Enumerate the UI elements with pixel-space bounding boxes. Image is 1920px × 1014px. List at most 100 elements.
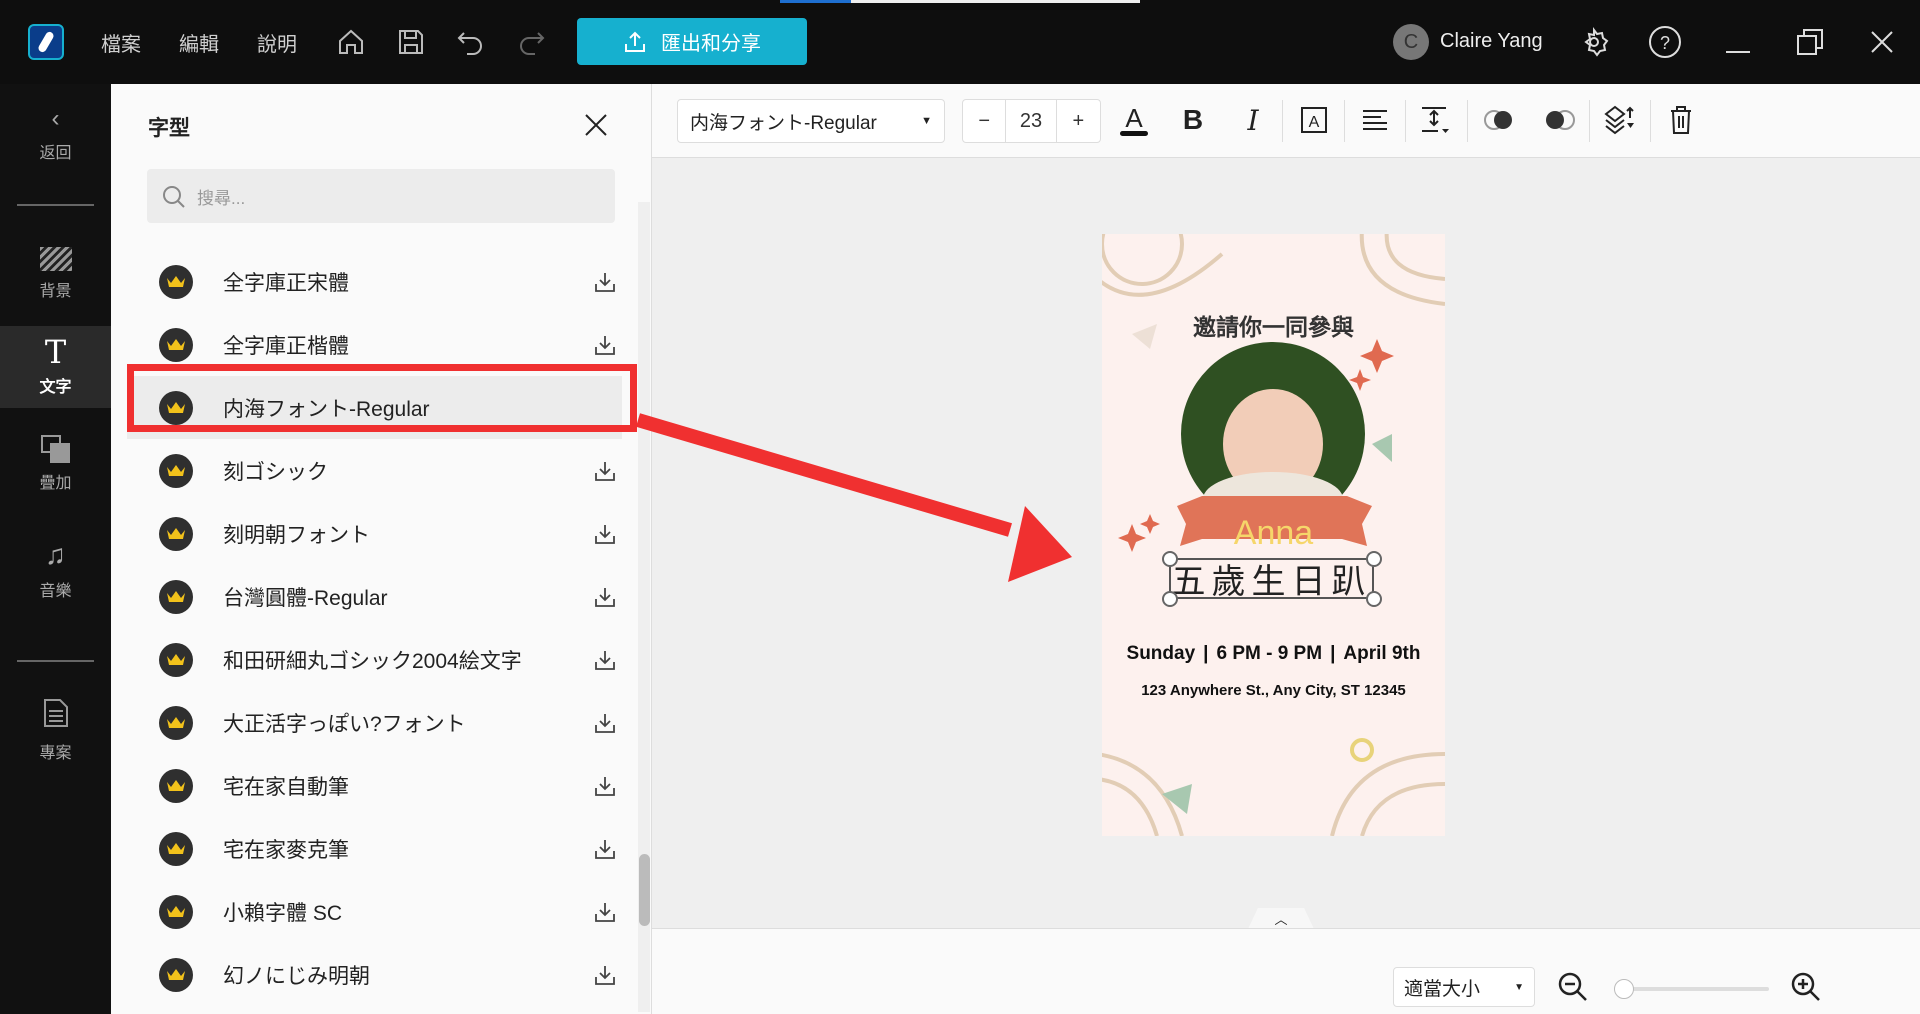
event-date: April 9th: [1343, 643, 1421, 664]
font-name: 宅在家自動筆: [223, 775, 349, 799]
resize-handle[interactable]: [1366, 551, 1382, 567]
trash-icon[interactable]: [1664, 102, 1698, 138]
font-select[interactable]: 内海フォント-Regular ▼: [677, 99, 945, 143]
app-logo: [28, 24, 64, 60]
upload-icon: [625, 31, 645, 52]
sidebar-label: 專案: [39, 744, 72, 762]
title-bar: 檔案 編輯 說明 匯出和分享 C Claire Yang ?: [0, 0, 1920, 84]
close-panel-icon[interactable]: [583, 112, 609, 143]
event-address: 123 Anywhere St., Any City, ST 12345: [1141, 682, 1406, 699]
layers-icon[interactable]: [1602, 102, 1638, 138]
zoom-out-icon[interactable]: [1557, 971, 1589, 1008]
help-icon[interactable]: ?: [1647, 24, 1683, 60]
avatar[interactable]: C: [1393, 24, 1429, 60]
download-icon[interactable]: [593, 270, 617, 294]
crown-icon: [159, 264, 193, 299]
user-name[interactable]: Claire Yang: [1440, 30, 1543, 53]
italic-icon[interactable]: I: [1236, 102, 1270, 138]
download-icon[interactable]: [593, 711, 617, 735]
crown-icon: [159, 894, 193, 929]
font-list-item[interactable]: 幻ノにじみ明朝: [127, 943, 622, 1006]
font-list-item[interactable]: 大正活字っぽい?フォント: [127, 691, 622, 754]
download-icon[interactable]: [593, 837, 617, 861]
zoom-in-icon[interactable]: [1790, 971, 1822, 1008]
font-name: 大正活字っぽい?フォント: [223, 712, 466, 736]
zoom-fit-value: 適當大小: [1404, 978, 1481, 1000]
crown-icon: [159, 768, 193, 803]
resize-handle[interactable]: [1366, 591, 1382, 607]
sidebar-label: 疊加: [39, 475, 72, 492]
scrollbar-thumb[interactable]: [639, 854, 650, 926]
sidebar-label: 背景: [39, 283, 72, 300]
line-spacing-icon[interactable]: [1418, 102, 1452, 138]
font-list-item[interactable]: 宅在家自動筆: [127, 754, 622, 817]
zoom-slider-handle[interactable]: [1614, 979, 1634, 999]
font-list-item[interactable]: 全字庫正宋體: [127, 250, 622, 313]
minimize-icon[interactable]: [1720, 24, 1756, 60]
download-icon[interactable]: [593, 459, 617, 483]
send-backward-icon[interactable]: [1541, 102, 1577, 138]
music-icon: ♫: [45, 539, 66, 570]
download-icon[interactable]: [593, 522, 617, 546]
font-list-item[interactable]: 小賴字體 SC: [127, 880, 622, 943]
font-name: 全字庫正楷體: [223, 334, 349, 358]
document-icon: [43, 698, 69, 733]
align-left-icon[interactable]: [1358, 102, 1392, 138]
bold-icon[interactable]: B: [1176, 102, 1210, 138]
font-size-input[interactable]: 23: [1006, 100, 1057, 142]
menu-help[interactable]: 說明: [257, 28, 297, 57]
resize-handle[interactable]: [1162, 551, 1178, 567]
undo-icon[interactable]: [453, 24, 489, 60]
crown-icon: [159, 831, 193, 866]
event-time: 6 PM - 9 PM: [1216, 643, 1323, 664]
highlight-box: [127, 364, 637, 432]
menu-edit[interactable]: 編輯: [179, 28, 219, 57]
resize-handle[interactable]: [1162, 591, 1178, 607]
font-list-item[interactable]: 宅在家麥克筆: [127, 817, 622, 880]
download-icon[interactable]: [593, 333, 617, 357]
sidebar-item-background[interactable]: 背景: [0, 224, 111, 324]
sidebar-item-music[interactable]: ♫ 音樂: [0, 520, 111, 620]
size-increase-button[interactable]: +: [1057, 100, 1100, 142]
size-decrease-button[interactable]: −: [963, 100, 1007, 142]
sidebar-item-back[interactable]: ‹ 返回: [0, 84, 111, 184]
sidebar-item-overlay[interactable]: 疊加: [0, 414, 111, 514]
sidebar-item-project[interactable]: 專案: [0, 680, 111, 780]
download-icon[interactable]: [593, 648, 617, 672]
font-color-icon[interactable]: A: [1117, 102, 1151, 138]
font-search-input[interactable]: 搜尋...: [147, 169, 615, 223]
text-box-icon[interactable]: A: [1297, 102, 1331, 138]
export-share-button[interactable]: 匯出和分享: [577, 18, 807, 65]
tab-indicator-track: [851, 0, 1140, 3]
home-icon[interactable]: [333, 24, 369, 60]
close-window-icon[interactable]: [1864, 24, 1900, 60]
dropdown-arrow-icon: ▼: [1514, 981, 1524, 993]
download-icon[interactable]: [593, 774, 617, 798]
invitation-card[interactable]: 邀請你一同參與 Anna 五歲生日趴 Sunday | 6 PM - 9 PM | Ap…: [1102, 234, 1445, 836]
font-list-item[interactable]: 台灣圓體-Regular: [127, 565, 622, 628]
font-list-item[interactable]: 和田研細丸ゴシック2004絵文字: [127, 628, 622, 691]
gear-icon[interactable]: [1576, 24, 1612, 60]
selected-title-text[interactable]: 五歲生日趴: [1169, 558, 1374, 602]
save-icon[interactable]: [393, 24, 429, 60]
menu-file[interactable]: 檔案: [101, 28, 141, 57]
download-icon[interactable]: [593, 963, 617, 987]
font-list-item[interactable]: 刻明朝フォント: [127, 502, 622, 565]
redo-icon[interactable]: [513, 24, 549, 60]
crown-icon: [159, 579, 193, 614]
download-icon[interactable]: [593, 585, 617, 609]
dropdown-arrow-icon: ▼: [921, 115, 932, 127]
zoom-slider[interactable]: [1614, 987, 1769, 991]
tab-indicator: [780, 0, 851, 3]
font-name: 刻明朝フォント: [223, 523, 370, 547]
event-details: Sunday | 6 PM - 9 PM | April 9th: [1126, 643, 1421, 664]
svg-text:?: ?: [1660, 33, 1670, 53]
zoom-fit-select[interactable]: 適當大小 ▼: [1393, 967, 1535, 1007]
font-panel: 字型 搜尋... 全字庫正宋體 全字庫正楷體 内海フォント-Regular 刻ゴ…: [111, 84, 652, 1014]
restore-icon[interactable]: [1792, 24, 1828, 60]
expand-timeline-button[interactable]: ︿: [1248, 908, 1314, 929]
download-icon[interactable]: [593, 900, 617, 924]
font-list-item[interactable]: 刻ゴシック: [127, 439, 622, 502]
bring-forward-icon[interactable]: [1482, 102, 1518, 138]
sidebar-item-text[interactable]: T 文字: [0, 326, 111, 408]
